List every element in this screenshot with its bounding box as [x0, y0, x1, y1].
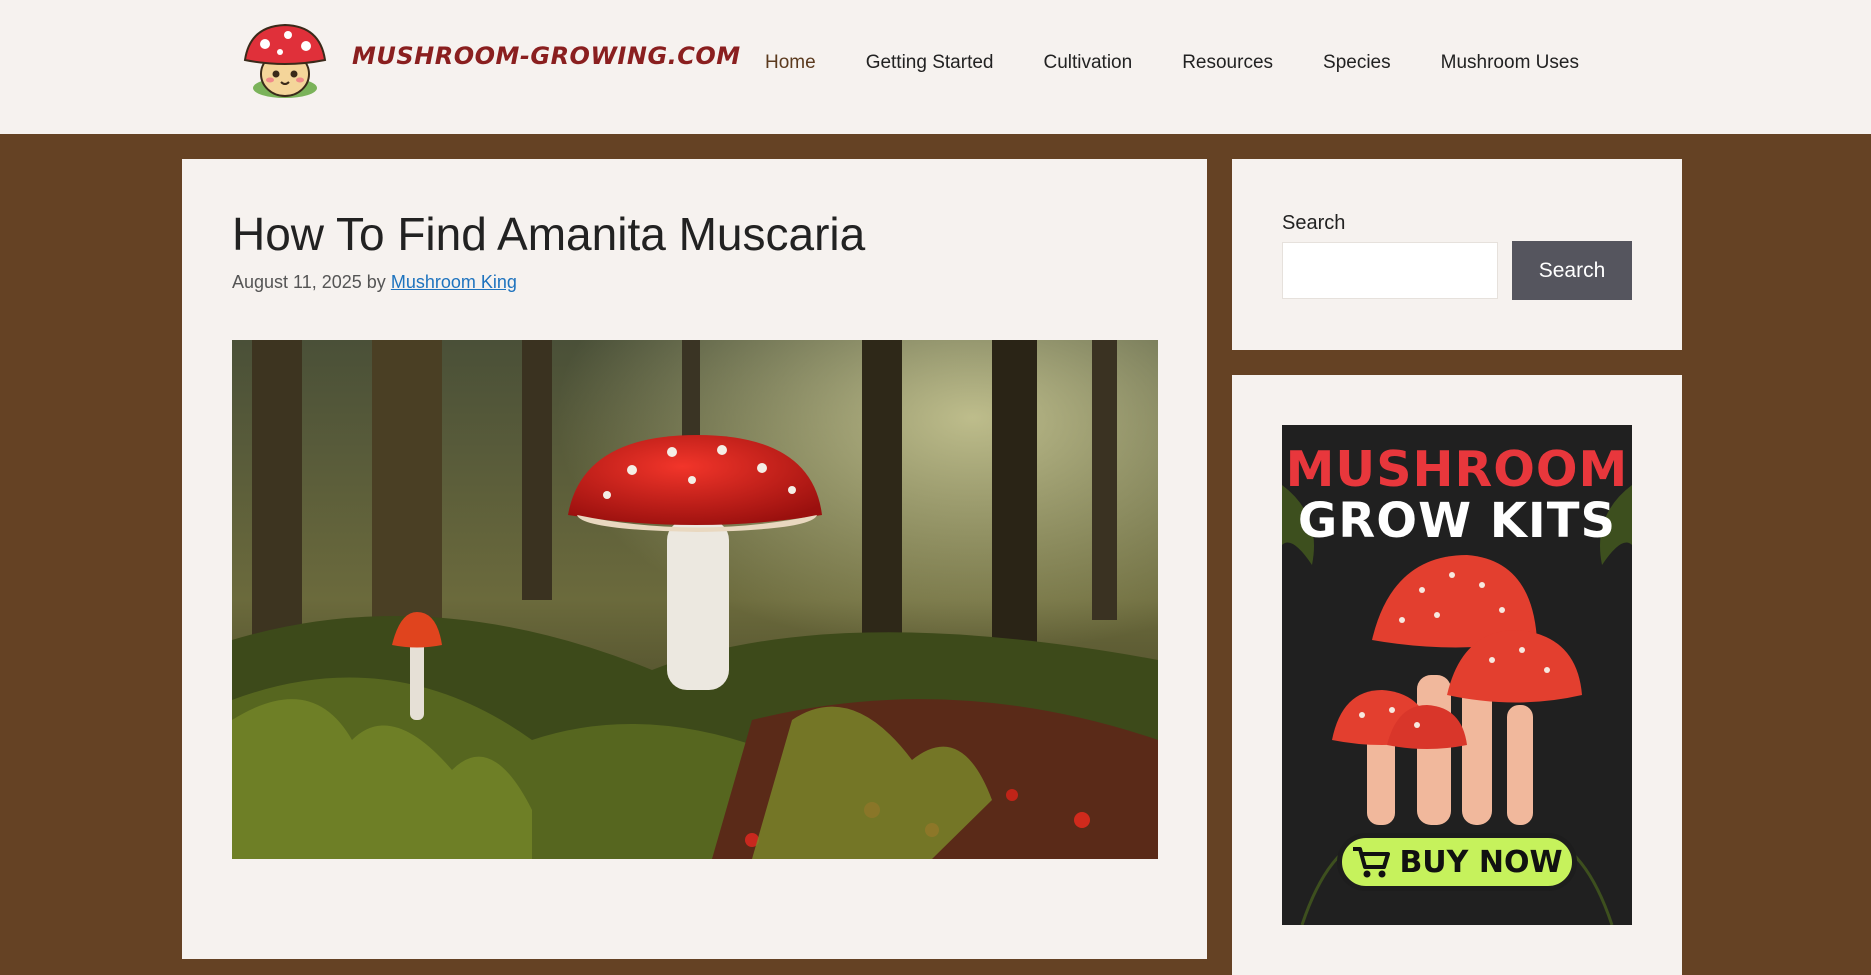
post-date: August 11, 2025 — [232, 272, 362, 292]
nav-item-species[interactable]: Species — [1323, 52, 1391, 74]
site-title[interactable]: MUSHROOM-GROWING.COM — [352, 42, 741, 70]
nav-item-cultivation[interactable]: Cultivation — [1043, 52, 1132, 74]
post-by: by — [366, 272, 386, 292]
nav-item-mushroom-uses[interactable]: Mushroom Uses — [1441, 52, 1579, 74]
search-widget: Search Search — [1232, 159, 1682, 350]
search-button[interactable]: Search — [1512, 241, 1632, 300]
main-nav: Home Getting Started Cultivation Resourc… — [765, 52, 1629, 74]
ad-headline: MUSHROOM — [1285, 441, 1629, 498]
nav-item-getting-started[interactable]: Getting Started — [866, 52, 994, 74]
article-panel: How To Find Amanita Muscaria August 11, … — [182, 159, 1207, 959]
author-link[interactable]: Mushroom King — [391, 272, 517, 292]
grow-kits-ad[interactable]: MUSHROOM GROW KITS BUY NOW — [1282, 425, 1632, 925]
cart-icon — [1353, 847, 1391, 878]
ad-subheadline: GROW KITS — [1297, 493, 1617, 549]
search-label: Search — [1282, 212, 1346, 234]
search-input[interactable] — [1282, 242, 1498, 299]
buy-now-button[interactable]: BUY NOW — [1337, 833, 1577, 891]
ad-widget: MUSHROOM GROW KITS BUY NOW — [1232, 375, 1682, 975]
site-logo[interactable] — [240, 22, 330, 102]
page-title: How To Find Amanita Muscaria — [232, 208, 866, 260]
nav-item-resources[interactable]: Resources — [1182, 52, 1273, 74]
site-header: MUSHROOM-GROWING.COM Home Getting Starte… — [0, 0, 1871, 134]
featured-image — [232, 340, 1158, 859]
post-meta: August 11, 2025 by Mushroom King — [232, 272, 517, 293]
buy-now-label: BUY NOW — [1399, 844, 1563, 880]
mushroom-mascot-icon — [243, 23, 327, 98]
nav-item-home[interactable]: Home — [765, 52, 816, 74]
